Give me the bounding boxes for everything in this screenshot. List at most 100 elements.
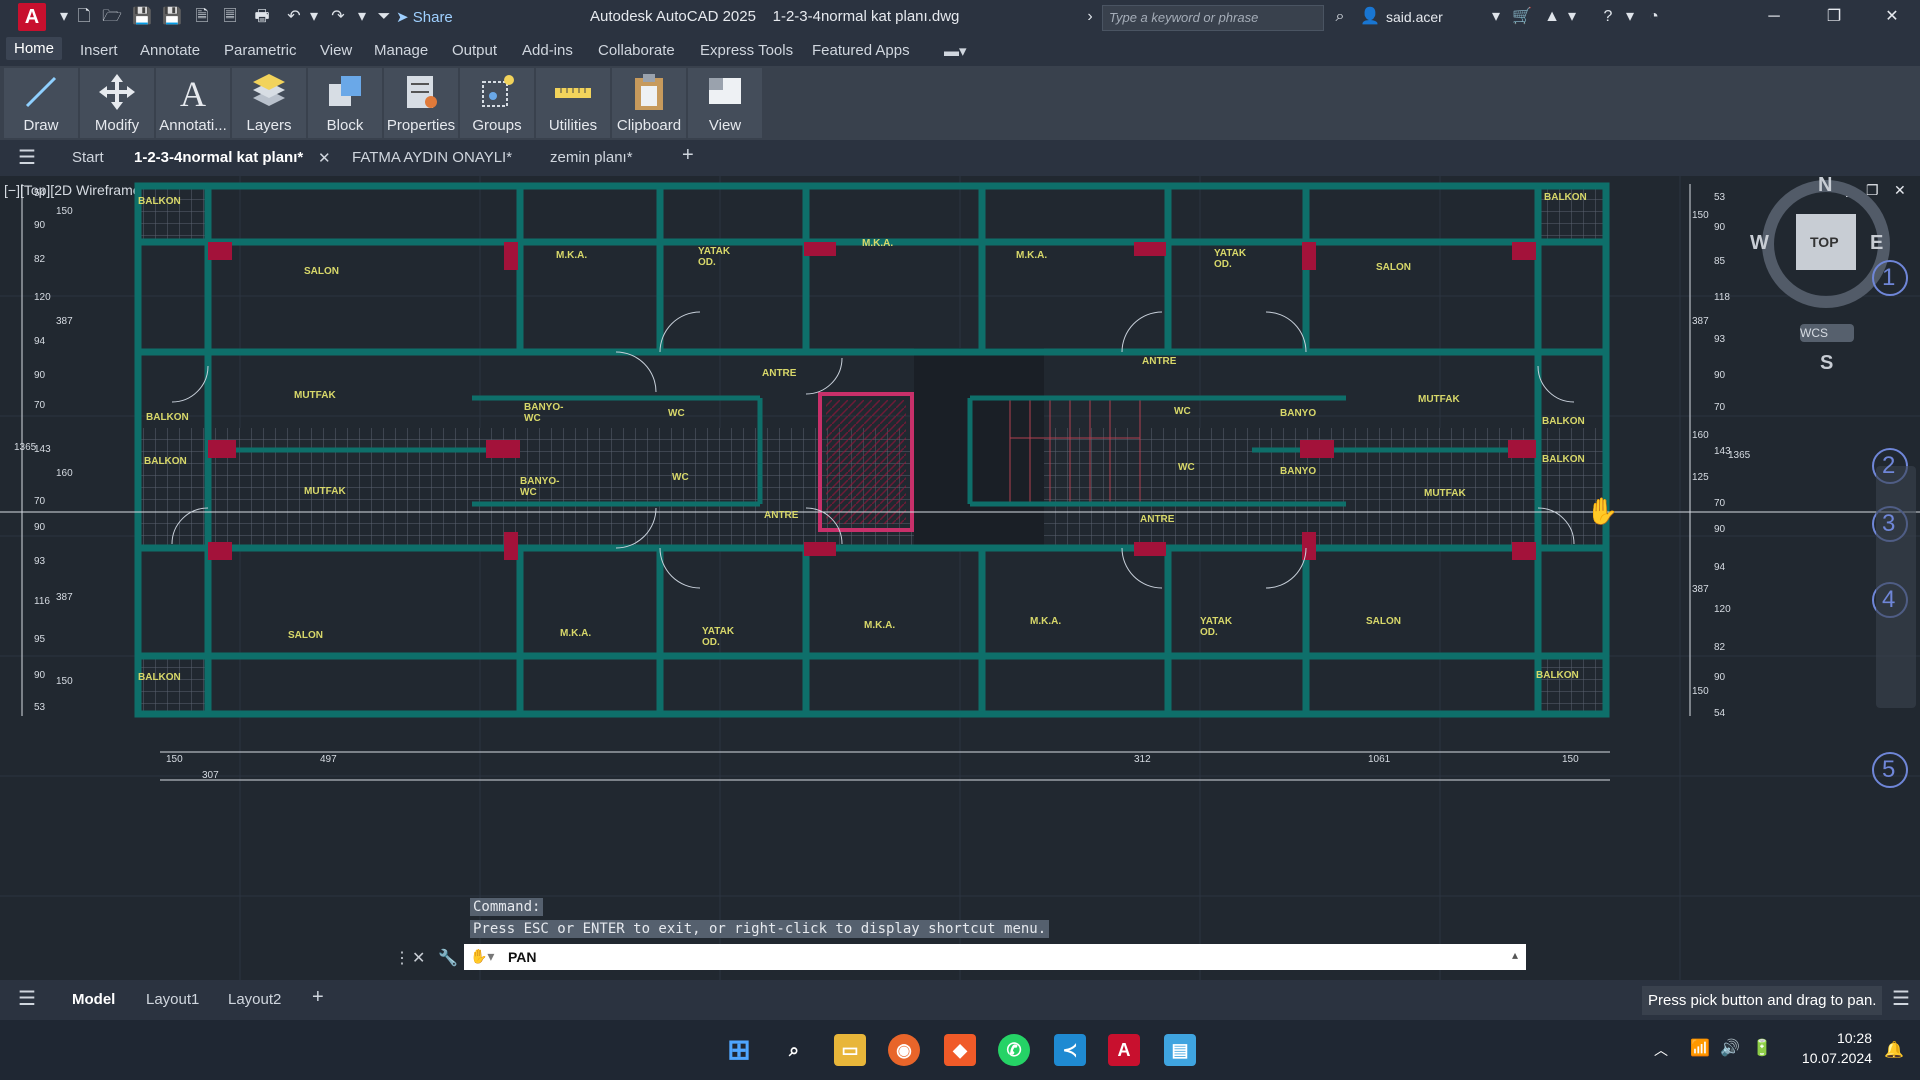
new-file-icon[interactable]: 🗋 [74, 7, 94, 27]
compass-south[interactable]: S [1820, 352, 1833, 375]
help-icon[interactable]: ? [1598, 7, 1618, 27]
tab-featured-apps[interactable]: Featured Apps [812, 42, 910, 59]
tab-home[interactable]: Home [6, 37, 63, 60]
tab-collaborate[interactable]: Collaborate [598, 42, 675, 59]
vscode-icon[interactable]: ≺ [1054, 1034, 1086, 1066]
room-label: ANTRE [762, 368, 797, 379]
app-menu-button[interactable]: A [18, 3, 46, 31]
redo-dropdown-icon[interactable]: ▾ [352, 7, 372, 27]
groups-button[interactable]: Groups [460, 68, 534, 138]
search-input[interactable]: Type a keyword or phrase [1102, 5, 1324, 31]
tab-document-1[interactable]: 1-2-3-4normal kat planı* [134, 149, 303, 166]
draw-button[interactable]: Draw [4, 68, 78, 138]
annotation-button[interactable]: A Annotati... [156, 68, 230, 138]
layers-button[interactable]: Layers [232, 68, 306, 138]
autodesk-icon[interactable]: ▲ [1542, 7, 1562, 27]
tab-add-ins[interactable]: Add-ins [522, 42, 573, 59]
customize-command-icon[interactable]: 🔧 [438, 948, 458, 968]
ribbon-toggle-icon[interactable]: ▬▾ [944, 42, 967, 60]
room-label: SALON [1366, 616, 1401, 627]
new-tab-icon[interactable]: + [682, 144, 694, 167]
layout-tabs: ☰ Model Layout1 Layout2 + Press pick but… [0, 980, 1920, 1020]
view-button[interactable]: View [688, 68, 762, 138]
clock-time[interactable]: 10:28 [1812, 1030, 1872, 1046]
notifications-icon[interactable]: 🔔 [1884, 1040, 1904, 1060]
undo-dropdown-icon[interactable]: ▾ [304, 7, 324, 27]
tab-annotate[interactable]: Annotate [140, 42, 200, 59]
cart-icon[interactable]: 🛒 [1512, 7, 1532, 27]
save-web-icon[interactable]: 🗏 [220, 7, 240, 27]
save-as-icon[interactable]: 💾 [162, 7, 182, 27]
user-name[interactable]: said.acer [1386, 9, 1443, 25]
tab-document-2[interactable]: FATMA AYDIN ONAYLI* [352, 149, 512, 166]
room-label: BALKON [1542, 416, 1585, 427]
user-icon[interactable]: 👤 [1360, 7, 1380, 27]
notepad-icon[interactable]: ▤ [1164, 1034, 1196, 1066]
clock-date[interactable]: 10.07.2024 [1784, 1050, 1872, 1066]
close-command-icon[interactable]: ✕ [412, 948, 425, 968]
firefox-icon[interactable]: ◉ [888, 1034, 920, 1066]
app-menu-dropdown-icon[interactable]: ▾ [54, 7, 74, 27]
autocad-taskbar-icon[interactable]: A [1108, 1034, 1140, 1066]
open-web-icon[interactable]: 🗎 [192, 7, 212, 27]
minimize-button[interactable]: ─ [1754, 4, 1794, 30]
command-history-toggle-icon[interactable]: ▴ [1512, 948, 1518, 962]
compass-north[interactable]: N [1818, 176, 1832, 197]
dimension-label: 94 [34, 336, 46, 347]
chevron-right-icon[interactable]: › [1080, 7, 1100, 27]
drawing-area[interactable]: [−][Top][2D Wireframe] ▬ ❐ ✕ N S E W TOP… [0, 176, 1920, 980]
battery-icon[interactable]: 🔋 [1752, 1038, 1772, 1058]
tab-start[interactable]: Start [72, 149, 104, 166]
user-dropdown-icon[interactable]: ▾ [1486, 7, 1506, 27]
viewcube-top-face[interactable]: TOP [1810, 234, 1839, 250]
file-explorer-icon[interactable]: ▭ [834, 1034, 866, 1066]
restore-button[interactable]: ❐ [1814, 4, 1854, 30]
help-dropdown-icon[interactable]: ▾ [1620, 7, 1640, 27]
tab-output[interactable]: Output [452, 42, 497, 59]
autodesk-dropdown-icon[interactable]: ▾ [1562, 7, 1582, 27]
search-icon[interactable]: ⌕ [1330, 7, 1350, 27]
clipboard-button[interactable]: Clipboard [612, 68, 686, 138]
account-icon[interactable]: ◔ [1644, 7, 1664, 27]
share-button[interactable]: ➤ Share [396, 8, 453, 26]
windows-start-icon[interactable]: ⊞ [723, 1034, 755, 1066]
redo-icon[interactable]: ↷ [328, 7, 348, 27]
save-icon[interactable]: 💾 [132, 7, 152, 27]
command-grip-icon[interactable]: ⋮ [394, 948, 410, 968]
tab-layout2[interactable]: Layout2 [228, 991, 281, 1008]
command-input[interactable]: ✋▾ PAN ▴ [464, 944, 1526, 970]
tab-model[interactable]: Model [72, 991, 115, 1008]
taskbar-search-icon[interactable]: ⌕ [778, 1034, 810, 1066]
undo-icon[interactable]: ↶ [284, 7, 304, 27]
compass-east[interactable]: E [1870, 232, 1883, 255]
tab-insert[interactable]: Insert [80, 42, 118, 59]
brave-icon[interactable]: ◆ [944, 1034, 976, 1066]
open-folder-icon[interactable]: 🗁 [102, 7, 122, 27]
tab-view[interactable]: View [320, 42, 352, 59]
compass-west[interactable]: W [1750, 232, 1769, 255]
tab-layout1[interactable]: Layout1 [146, 991, 199, 1008]
tab-document-3[interactable]: zemin planı* [550, 149, 633, 166]
modify-button[interactable]: Modify [80, 68, 154, 138]
layout-menu-icon[interactable]: ☰ [18, 986, 36, 1011]
customize-toolbar-icon[interactable]: ⏷ [374, 7, 394, 27]
tab-parametric[interactable]: Parametric [224, 42, 297, 59]
wifi-icon[interactable]: 📶 [1690, 1038, 1710, 1058]
close-button[interactable]: ✕ [1872, 4, 1912, 30]
file-tabs-menu-icon[interactable]: ☰ [18, 145, 36, 170]
tab-manage[interactable]: Manage [374, 42, 428, 59]
utilities-button[interactable]: Utilities [536, 68, 610, 138]
close-tab-icon[interactable]: ✕ [318, 149, 331, 167]
status-menu-icon[interactable]: ☰ [1892, 986, 1910, 1011]
properties-button[interactable]: Properties [384, 68, 458, 138]
block-button[interactable]: Block [308, 68, 382, 138]
tab-express-tools[interactable]: Express Tools [700, 42, 793, 59]
wcs-label[interactable]: WCS [1800, 326, 1828, 340]
whatsapp-icon[interactable]: ✆ [998, 1034, 1030, 1066]
volume-icon[interactable]: 🔊 [1720, 1038, 1740, 1058]
room-label: BALKON [1544, 192, 1587, 203]
show-hidden-icons[interactable]: ︿ [1654, 1040, 1668, 1060]
dimension-label: 95 [34, 634, 46, 645]
new-layout-icon[interactable]: + [312, 986, 324, 1009]
plot-icon[interactable]: 🖶 [252, 7, 272, 27]
